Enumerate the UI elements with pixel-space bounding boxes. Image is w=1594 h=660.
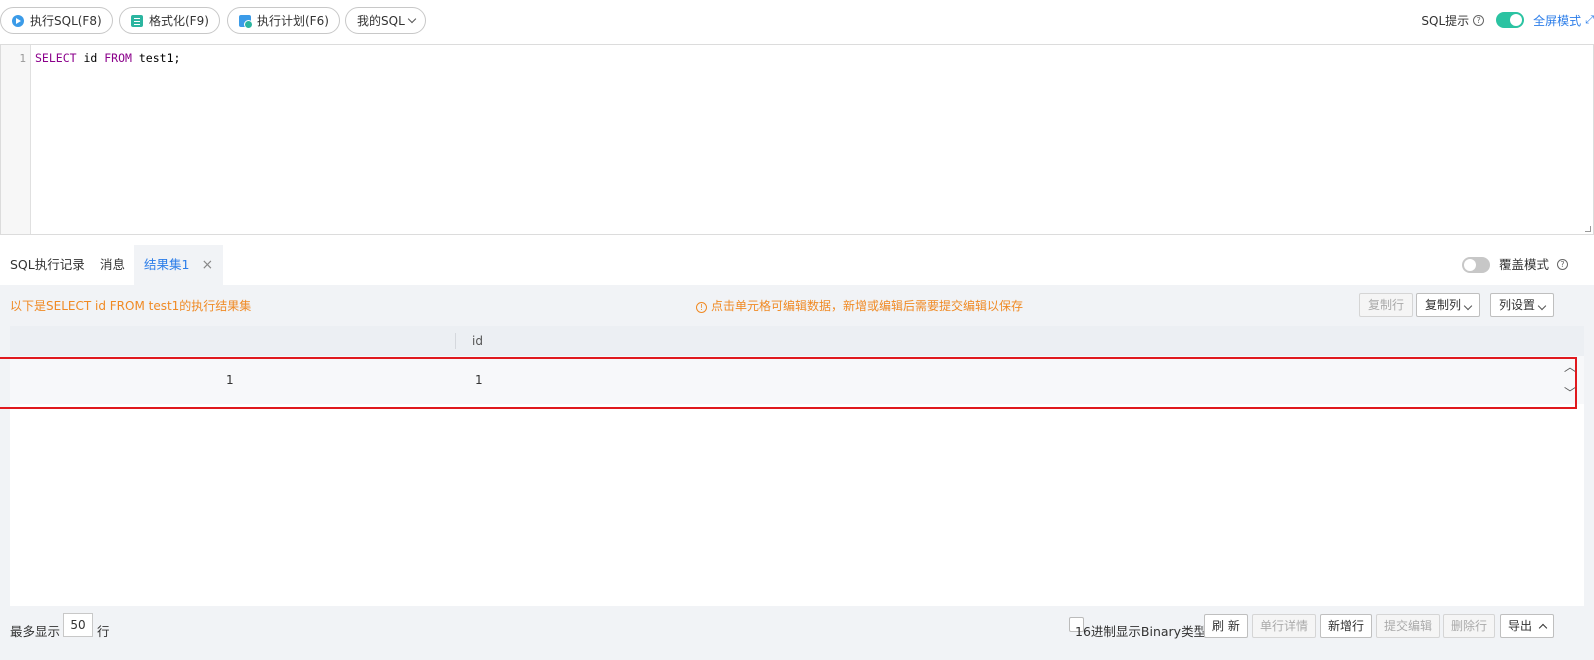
export-label: 导出	[1508, 619, 1533, 633]
code-line[interactable]: SELECT id FROM test1;	[35, 51, 180, 65]
refresh-button[interactable]: 刷 新	[1204, 614, 1248, 638]
max-show-label: 最多显示	[10, 624, 61, 639]
info-icon: !	[696, 302, 707, 313]
resize-handle[interactable]	[1585, 226, 1591, 232]
copy-column-label: 复制列	[1425, 298, 1462, 312]
overwrite-mode-toggle[interactable]	[1462, 257, 1490, 273]
chevron-down-icon	[407, 14, 416, 23]
help-icon[interactable]: ?	[1473, 14, 1485, 26]
grid-header: id	[10, 326, 1584, 356]
sql-editor[interactable]: 1 SELECT id FROM test1;	[0, 44, 1594, 235]
column-header-id[interactable]: id	[472, 326, 483, 356]
run-sql-label: 执行SQL(F8)	[30, 14, 102, 28]
delete-row-button[interactable]: 删除行	[1443, 614, 1496, 638]
column-divider[interactable]	[455, 333, 456, 349]
sql-console: 执行SQL(F8) 格式化(F9) 执行计划(F6) 我的SQL SQL提示 ?…	[0, 0, 1594, 660]
keyword-from: FROM	[104, 51, 132, 65]
edit-hint-text: 点击单元格可编辑数据，新增或编辑后需要提交编辑以保存	[711, 299, 1024, 313]
copy-row-button[interactable]: 复制行	[1359, 293, 1414, 317]
copy-column-dropdown[interactable]: 复制列	[1416, 293, 1481, 317]
line-number: 1	[19, 52, 26, 65]
close-icon[interactable]: ×	[201, 257, 213, 273]
result-panel: 以下是SELECT id FROM test1的执行结果集 ! 点击单元格可编辑数…	[0, 285, 1594, 660]
chevron-down-icon	[1537, 301, 1547, 311]
format-label: 格式化(F9)	[149, 14, 209, 28]
toolbar-right: SQL提示 ? 全屏模式 ⤢	[1421, 0, 1594, 40]
result-summary: 以下是SELECT id FROM test1的执行结果集	[10, 299, 252, 313]
format-icon	[131, 14, 143, 27]
edit-hint: ! 点击单元格可编辑数据，新增或编辑后需要提交编辑以保存	[696, 297, 1023, 314]
chevron-up-icon	[1538, 623, 1548, 633]
run-sql-button[interactable]: 执行SQL(F8)	[0, 7, 113, 34]
submit-edit-button[interactable]: 提交编辑	[1376, 614, 1441, 638]
hex-binary-label: 16进制显示Binary类型	[1075, 624, 1207, 639]
expand-icon[interactable]: ⤢	[1585, 13, 1594, 27]
sql-hint-toggle[interactable]	[1496, 12, 1525, 28]
result-footer: 最多显示 50 行 16进制显示Binary类型 刷 新 单行详情 新增行 提交…	[0, 606, 1594, 660]
result-tabs: SQL执行记录 消息 结果集1 × 覆盖模式 ?	[0, 245, 1594, 285]
my-sql-label: 我的SQL	[357, 14, 405, 28]
help-icon[interactable]: ?	[1557, 259, 1568, 270]
tab-messages[interactable]: 消息	[100, 245, 125, 285]
row-highlight	[0, 357, 1577, 409]
rows-unit-label: 行	[97, 624, 110, 639]
add-row-button[interactable]: 新增行	[1320, 614, 1373, 638]
tab-result-set-1[interactable]: 结果集1 ×	[134, 245, 224, 285]
fullscreen-link[interactable]: 全屏模式	[1533, 12, 1581, 29]
max-rows-input[interactable]: 50	[63, 613, 93, 637]
sql-hint-label: SQL提示	[1421, 13, 1470, 28]
export-dropdown[interactable]: 导出	[1500, 614, 1555, 638]
line-gutter: 1	[1, 45, 31, 234]
identifier-table: test1;	[131, 51, 181, 65]
tab-result-label: 结果集1	[144, 257, 190, 272]
editor-toolbar: 执行SQL(F8) 格式化(F9) 执行计划(F6) 我的SQL SQL提示 ?…	[0, 0, 1594, 44]
column-settings-dropdown[interactable]: 列设置	[1490, 293, 1555, 317]
chevron-down-icon	[1463, 301, 1473, 311]
tab-sql-history[interactable]: SQL执行记录	[10, 245, 85, 285]
plan-icon	[239, 14, 253, 29]
column-settings-label: 列设置	[1499, 298, 1536, 312]
identifier-id: id	[76, 51, 105, 65]
execution-plan-button[interactable]: 执行计划(F6)	[227, 7, 340, 34]
play-icon	[12, 14, 24, 27]
row-detail-button[interactable]: 单行详情	[1252, 614, 1317, 638]
format-button[interactable]: 格式化(F9)	[119, 7, 220, 34]
keyword-select: SELECT	[35, 51, 77, 65]
overwrite-mode-label: 覆盖模式	[1499, 257, 1550, 272]
my-sql-dropdown[interactable]: 我的SQL	[345, 7, 426, 34]
execution-plan-label: 执行计划(F6)	[257, 14, 329, 28]
